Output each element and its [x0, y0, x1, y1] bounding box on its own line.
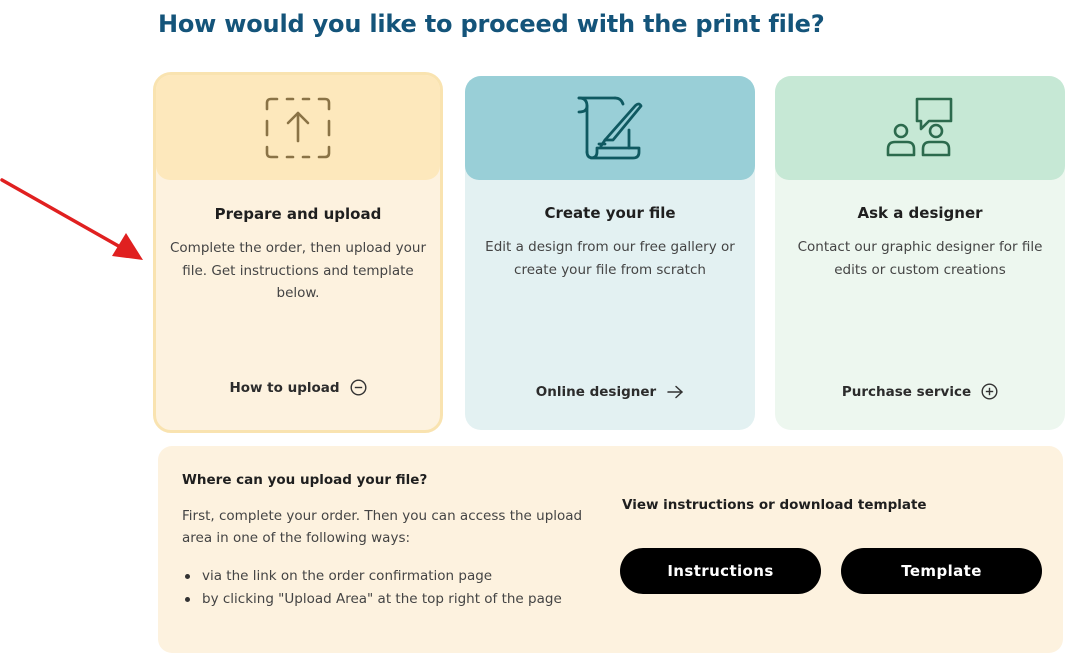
list-item: by clicking "Upload Area" at the top rig… [182, 588, 562, 611]
designer-chat-icon [886, 97, 953, 157]
list-item: via the link on the order confirmation p… [182, 565, 562, 588]
card-ask-designer[interactable]: Ask a designer Contact our graphic desig… [775, 76, 1065, 430]
card-create-file[interactable]: Create your file Edit a design from our … [465, 76, 755, 430]
panel-text: First, complete your order. Then you can… [182, 508, 583, 546]
instructions-button[interactable]: Instructions [620, 548, 821, 594]
upload-options-list: via the link on the order confirmation p… [182, 565, 562, 611]
arrow-right-icon [667, 385, 683, 399]
online-designer-link[interactable]: Online designer [465, 384, 755, 400]
card-title: Create your file [544, 204, 676, 222]
card-header [156, 75, 440, 180]
card-title: Prepare and upload [214, 205, 382, 223]
upload-info-panel: Where can you upload your file? First, c… [158, 446, 1063, 653]
card-prepare-upload[interactable]: Prepare and upload Complete the order, t… [153, 72, 443, 433]
panel-right-title: View instructions or download template [622, 497, 927, 513]
collapse-circle-icon [350, 379, 367, 396]
template-button[interactable]: Template [841, 548, 1042, 594]
card-header [465, 76, 755, 180]
plus-circle-icon [981, 383, 998, 400]
annotation-arrow-icon [0, 178, 143, 260]
card-title: Ask a designer [857, 204, 983, 222]
panel-title: Where can you upload your file? [182, 472, 428, 488]
how-to-upload-link[interactable]: How to upload [156, 379, 440, 396]
card-description: Complete the order, then upload your fil… [170, 240, 427, 301]
card-link-label: Online designer [535, 384, 657, 400]
purchase-service-link[interactable]: Purchase service [775, 383, 1065, 400]
card-description: Contact our graphic designer for file ed… [797, 239, 1043, 278]
scroll-quill-icon [577, 96, 643, 160]
upload-icon [265, 97, 331, 158]
page: How would you like to proceed with the p… [0, 0, 1073, 665]
card-link-label: Purchase service [841, 383, 972, 400]
card-header [775, 76, 1065, 180]
page-heading: How would you like to proceed with the p… [158, 10, 825, 38]
card-link-label: How to upload [229, 379, 340, 396]
card-description: Edit a design from our free gallery or c… [485, 239, 735, 278]
